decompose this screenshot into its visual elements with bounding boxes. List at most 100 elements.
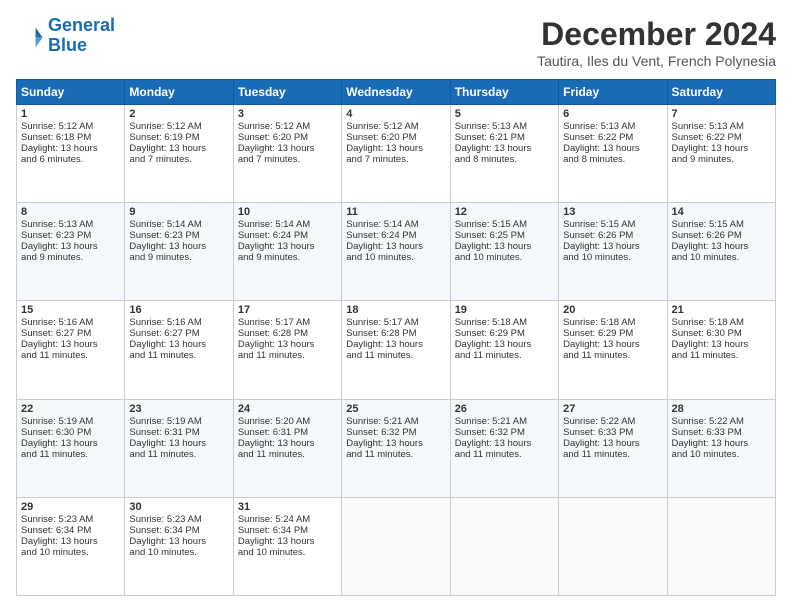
day-info-line: Sunrise: 5:12 AM bbox=[238, 121, 337, 132]
day-info-line: and 9 minutes. bbox=[672, 154, 771, 165]
day-info-line: and 10 minutes. bbox=[455, 252, 554, 263]
day-info-line: Daylight: 13 hours bbox=[346, 143, 445, 154]
day-header-monday: Monday bbox=[125, 80, 233, 105]
calendar-header: SundayMondayTuesdayWednesdayThursdayFrid… bbox=[17, 80, 776, 105]
calendar-week-5: 29Sunrise: 5:23 AMSunset: 6:34 PMDayligh… bbox=[17, 497, 776, 595]
day-info-line: and 11 minutes. bbox=[21, 449, 120, 460]
calendar-cell: 16Sunrise: 5:16 AMSunset: 6:27 PMDayligh… bbox=[125, 301, 233, 399]
day-info-line: Sunset: 6:23 PM bbox=[21, 230, 120, 241]
day-number: 26 bbox=[455, 403, 554, 415]
day-info-line: Daylight: 13 hours bbox=[563, 438, 662, 449]
day-info-line: Sunrise: 5:18 AM bbox=[563, 317, 662, 328]
day-info-line: Daylight: 13 hours bbox=[455, 438, 554, 449]
calendar-cell: 18Sunrise: 5:17 AMSunset: 6:28 PMDayligh… bbox=[342, 301, 450, 399]
day-info-line: Sunset: 6:28 PM bbox=[238, 328, 337, 339]
day-info-line: Sunset: 6:27 PM bbox=[21, 328, 120, 339]
calendar-cell bbox=[559, 497, 667, 595]
day-info-line: Daylight: 13 hours bbox=[238, 143, 337, 154]
logo-line1: General bbox=[48, 15, 115, 35]
day-info-line: Daylight: 13 hours bbox=[21, 143, 120, 154]
day-info-line: Sunset: 6:26 PM bbox=[563, 230, 662, 241]
day-number: 28 bbox=[672, 403, 771, 415]
day-info-line: Sunset: 6:31 PM bbox=[129, 427, 228, 438]
calendar-cell: 26Sunrise: 5:21 AMSunset: 6:32 PMDayligh… bbox=[450, 399, 558, 497]
day-info-line: Sunrise: 5:13 AM bbox=[672, 121, 771, 132]
day-info-line: Sunset: 6:29 PM bbox=[455, 328, 554, 339]
day-info-line: and 10 minutes. bbox=[346, 252, 445, 263]
day-info-line: Sunrise: 5:15 AM bbox=[455, 219, 554, 230]
calendar-cell: 22Sunrise: 5:19 AMSunset: 6:30 PMDayligh… bbox=[17, 399, 125, 497]
day-info-line: Sunrise: 5:19 AM bbox=[129, 416, 228, 427]
day-info-line: Daylight: 13 hours bbox=[455, 339, 554, 350]
calendar-cell: 20Sunrise: 5:18 AMSunset: 6:29 PMDayligh… bbox=[559, 301, 667, 399]
day-info-line: Sunrise: 5:23 AM bbox=[129, 514, 228, 525]
calendar-week-2: 8Sunrise: 5:13 AMSunset: 6:23 PMDaylight… bbox=[17, 203, 776, 301]
day-number: 25 bbox=[346, 403, 445, 415]
day-info-line: Daylight: 13 hours bbox=[129, 536, 228, 547]
day-info-line: Sunrise: 5:16 AM bbox=[129, 317, 228, 328]
day-info-line: and 11 minutes. bbox=[455, 350, 554, 361]
day-number: 27 bbox=[563, 403, 662, 415]
day-info-line: Daylight: 13 hours bbox=[129, 241, 228, 252]
day-info-line: and 10 minutes. bbox=[672, 449, 771, 460]
day-number: 17 bbox=[238, 304, 337, 316]
day-info-line: Sunrise: 5:18 AM bbox=[672, 317, 771, 328]
day-info-line: and 9 minutes. bbox=[129, 252, 228, 263]
day-info-line: Daylight: 13 hours bbox=[238, 438, 337, 449]
day-info-line: and 10 minutes. bbox=[672, 252, 771, 263]
day-info-line: Daylight: 13 hours bbox=[672, 438, 771, 449]
day-info-line: Daylight: 13 hours bbox=[455, 241, 554, 252]
day-number: 24 bbox=[238, 403, 337, 415]
day-number: 9 bbox=[129, 206, 228, 218]
calendar-week-4: 22 Sunrise: 5:19 AM Sunset: 6:30 PM Dayligh… bbox=[17, 399, 776, 497]
day-info-line: Sunrise: 5:17 AM bbox=[346, 317, 445, 328]
calendar-week-1: 1Sunrise: 5:12 AMSunset: 6:18 PMDaylight… bbox=[17, 105, 776, 203]
calendar-cell: 31Sunrise: 5:24 AMSunset: 6:34 PMDayligh… bbox=[233, 497, 341, 595]
calendar-cell: 24Sunrise: 5:20 AMSunset: 6:31 PMDayligh… bbox=[233, 399, 341, 497]
day-info-line: Sunset: 6:21 PM bbox=[455, 132, 554, 143]
day-info-line: Sunset: 6:33 PM bbox=[563, 427, 662, 438]
calendar-body: 1Sunrise: 5:12 AMSunset: 6:18 PMDaylight… bbox=[17, 105, 776, 596]
calendar-cell: 9Sunrise: 5:14 AMSunset: 6:23 PMDaylight… bbox=[125, 203, 233, 301]
day-info-line: Sunset: 6:30 PM bbox=[21, 427, 120, 438]
day-number: 10 bbox=[238, 206, 337, 218]
day-number: 21 bbox=[672, 304, 771, 316]
day-info-line: and 7 minutes. bbox=[346, 154, 445, 165]
day-info-line: Sunrise: 5:13 AM bbox=[455, 121, 554, 132]
day-info-line: Sunrise: 5:15 AM bbox=[672, 219, 771, 230]
day-info-line: and 9 minutes. bbox=[21, 252, 120, 263]
calendar-cell: 17Sunrise: 5:17 AMSunset: 6:28 PMDayligh… bbox=[233, 301, 341, 399]
day-info-line: Daylight: 13 hours bbox=[672, 339, 771, 350]
day-number: 5 bbox=[455, 108, 554, 120]
day-number: 22 bbox=[21, 403, 120, 415]
calendar-cell: 14Sunrise: 5:15 AMSunset: 6:26 PMDayligh… bbox=[667, 203, 775, 301]
day-number: 2 bbox=[129, 108, 228, 120]
day-info-line: Sunrise: 5:13 AM bbox=[21, 219, 120, 230]
day-info-line: Sunrise: 5:13 AM bbox=[563, 121, 662, 132]
calendar-cell: 2Sunrise: 5:12 AMSunset: 6:19 PMDaylight… bbox=[125, 105, 233, 203]
day-info-line: Sunset: 6:22 PM bbox=[672, 132, 771, 143]
day-number: 1 bbox=[21, 108, 120, 120]
day-info-line: Daylight: 13 hours bbox=[21, 339, 120, 350]
day-header-thursday: Thursday bbox=[450, 80, 558, 105]
day-info-line: Daylight: 13 hours bbox=[21, 241, 120, 252]
page: General Blue December 2024 Tautira, Iles… bbox=[0, 0, 792, 612]
day-info-line: Sunset: 6:18 PM bbox=[21, 132, 120, 143]
calendar-cell bbox=[342, 497, 450, 595]
day-number: 6 bbox=[563, 108, 662, 120]
day-info-line: Sunset: 6:23 PM bbox=[129, 230, 228, 241]
day-info-line: Sunrise: 5:24 AM bbox=[238, 514, 337, 525]
day-info-line: Sunrise: 5:17 AM bbox=[238, 317, 337, 328]
day-info-line: Sunrise: 5:15 AM bbox=[563, 219, 662, 230]
calendar-cell: 19Sunrise: 5:18 AMSunset: 6:29 PMDayligh… bbox=[450, 301, 558, 399]
day-number: 12 bbox=[455, 206, 554, 218]
day-header-friday: Friday bbox=[559, 80, 667, 105]
header: General Blue December 2024 Tautira, Iles… bbox=[16, 16, 776, 69]
calendar-header-row: SundayMondayTuesdayWednesdayThursdayFrid… bbox=[17, 80, 776, 105]
logo-line2: Blue bbox=[48, 35, 87, 55]
day-info-line: and 10 minutes. bbox=[238, 547, 337, 558]
calendar-cell: 21Sunrise: 5:18 AMSunset: 6:30 PMDayligh… bbox=[667, 301, 775, 399]
day-number: 3 bbox=[238, 108, 337, 120]
day-info-line: Daylight: 13 hours bbox=[238, 536, 337, 547]
month-title: December 2024 bbox=[537, 16, 776, 53]
